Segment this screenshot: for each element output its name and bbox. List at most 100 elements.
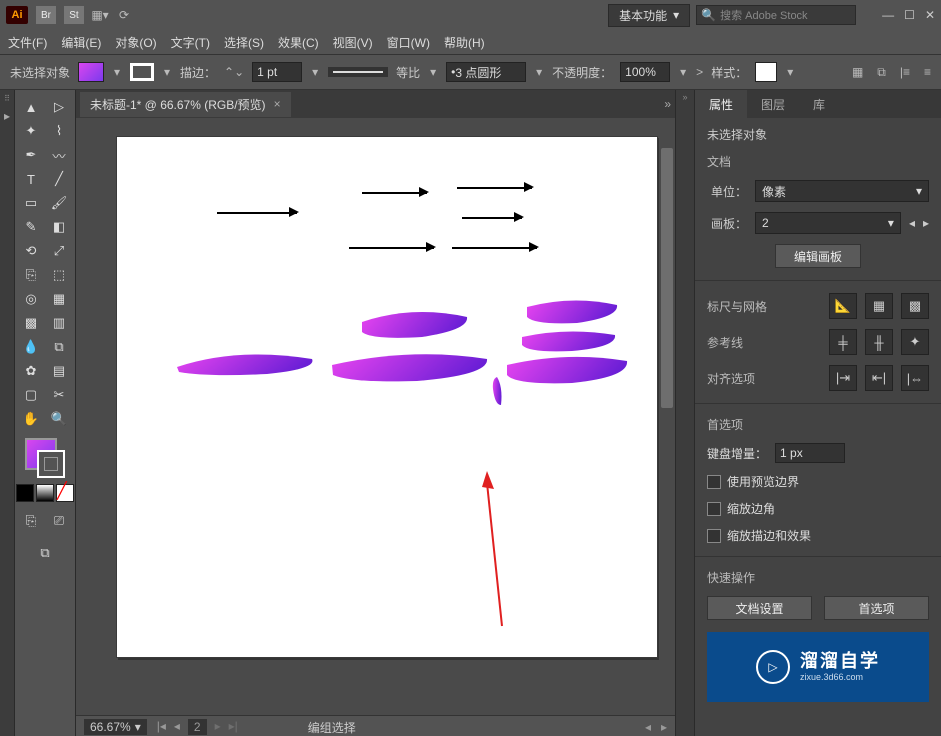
gpu-icon[interactable]: ⟳ bbox=[116, 7, 132, 23]
pen-tool[interactable]: ✒ bbox=[18, 144, 44, 166]
drawing-mode-behind[interactable]: ⎚ bbox=[46, 510, 72, 532]
opacity-input[interactable]: 100% bbox=[620, 62, 670, 82]
drawing-mode[interactable]: ⎘ bbox=[18, 510, 44, 532]
perspective-tool[interactable]: ▦ bbox=[46, 288, 72, 310]
bridge-icon[interactable]: Br bbox=[36, 6, 56, 24]
first-artboard-button[interactable]: |◂ bbox=[157, 719, 166, 735]
menu-object[interactable]: 对象(O) bbox=[115, 34, 156, 51]
doc-tab[interactable]: 未标题-1* @ 66.67% (RGB/预览) × bbox=[80, 92, 291, 117]
menu-select[interactable]: 选择(S) bbox=[224, 34, 264, 51]
vertical-scrollbar[interactable] bbox=[659, 118, 675, 693]
slice-tool[interactable]: ✂ bbox=[46, 384, 72, 406]
grid-toggle[interactable]: ▦ bbox=[865, 293, 893, 319]
artboard-number[interactable]: 2 bbox=[188, 719, 207, 735]
prev-artboard-button[interactable]: ◂ bbox=[174, 719, 180, 735]
canvas[interactable] bbox=[76, 118, 675, 715]
scrollbar-thumb[interactable] bbox=[661, 148, 673, 408]
more-options[interactable]: > bbox=[696, 65, 703, 79]
workspace-switcher[interactable]: 基本功能 ▾ bbox=[608, 4, 690, 27]
gradient-tool[interactable]: ▥ bbox=[46, 312, 72, 334]
color-mode-none[interactable]: ╱ bbox=[56, 484, 74, 502]
variable-width-profile[interactable] bbox=[328, 67, 388, 77]
hscroll-right-icon[interactable]: ▸ bbox=[661, 720, 667, 734]
smart-guides[interactable]: ✦ bbox=[901, 329, 929, 355]
stroke-box-icon[interactable] bbox=[37, 450, 65, 478]
edit-artboard-button[interactable]: 编辑画板 bbox=[775, 244, 861, 268]
document-setup-button[interactable]: 文档设置 bbox=[707, 596, 812, 620]
style-dropdown[interactable]: ▾ bbox=[785, 65, 795, 79]
keyboard-increment-input[interactable]: 1 px bbox=[775, 443, 845, 463]
menu-edit[interactable]: 编辑(E) bbox=[61, 34, 101, 51]
right-dock-strip[interactable]: » bbox=[675, 90, 694, 736]
color-mode-gradient[interactable] bbox=[36, 484, 54, 502]
opacity-dropdown[interactable]: ▾ bbox=[678, 65, 688, 79]
next-artboard-icon[interactable]: ▸ bbox=[923, 216, 929, 230]
magic-wand-tool[interactable]: ✦ bbox=[18, 120, 44, 142]
arrange-docs-icon[interactable]: ▦▾ bbox=[92, 7, 108, 23]
menu-help[interactable]: 帮助(H) bbox=[444, 34, 485, 51]
free-transform-tool[interactable]: ⬚ bbox=[46, 264, 72, 286]
line-tool[interactable]: ╱ bbox=[46, 168, 72, 190]
menu-window[interactable]: 窗口(W) bbox=[387, 34, 430, 51]
minimize-button[interactable]: ― bbox=[882, 8, 894, 22]
align-to-artboard[interactable]: |⇔ bbox=[901, 365, 929, 391]
hscroll-left-icon[interactable]: ◂ bbox=[645, 720, 651, 734]
hand-tool[interactable]: ✋ bbox=[18, 408, 44, 430]
scale-strokes-checkbox[interactable]: 缩放描边和效果 bbox=[707, 527, 929, 544]
fill-stroke-control[interactable] bbox=[25, 438, 65, 478]
stroke-dropdown[interactable]: ▾ bbox=[162, 65, 172, 79]
preferences-button[interactable]: 首选项 bbox=[824, 596, 929, 620]
screen-mode[interactable]: ⧉ bbox=[32, 542, 58, 564]
panel-menu-icon[interactable]: ≡ bbox=[924, 65, 931, 80]
brush-definition[interactable]: • 3 点圆形 bbox=[446, 62, 526, 82]
stroke-swatch[interactable] bbox=[130, 63, 154, 81]
artboard-select[interactable]: 2▾ bbox=[755, 212, 901, 234]
prev-artboard-icon[interactable]: ◂ bbox=[909, 216, 915, 230]
align-to-key[interactable]: ⇤| bbox=[865, 365, 893, 391]
next-artboard-button[interactable]: ▸ bbox=[215, 719, 221, 735]
maximize-button[interactable]: ☐ bbox=[904, 8, 915, 22]
color-mode-solid[interactable] bbox=[16, 484, 34, 502]
shape-builder-tool[interactable]: ◎ bbox=[18, 288, 44, 310]
align-to-selection[interactable]: |⇥ bbox=[829, 365, 857, 391]
tab-libraries[interactable]: 库 bbox=[799, 90, 839, 118]
graphic-style-swatch[interactable] bbox=[755, 62, 777, 82]
last-artboard-button[interactable]: ▸| bbox=[229, 719, 238, 735]
tab-overflow-icon[interactable]: » bbox=[664, 97, 671, 111]
tab-properties[interactable]: 属性 bbox=[695, 90, 747, 118]
transparency-grid-toggle[interactable]: ▩ bbox=[901, 293, 929, 319]
menu-effect[interactable]: 效果(C) bbox=[278, 34, 319, 51]
rectangle-tool[interactable]: ▭ bbox=[18, 192, 44, 214]
search-stock-input[interactable]: 🔍 搜索 Adobe Stock bbox=[696, 5, 856, 25]
rotate-tool[interactable]: ⟲ bbox=[18, 240, 44, 262]
zoom-level[interactable]: 66.67%▾ bbox=[84, 719, 147, 735]
type-tool[interactable]: T bbox=[18, 168, 44, 190]
doc-setup-icon[interactable]: ▦ bbox=[852, 65, 863, 80]
blend-tool[interactable]: ⧉ bbox=[46, 336, 72, 358]
collapse-toggle-icon[interactable]: ▸ bbox=[4, 109, 10, 123]
symbol-sprayer-tool[interactable]: ✿ bbox=[18, 360, 44, 382]
lasso-tool[interactable]: ⌇ bbox=[46, 120, 72, 142]
graph-tool[interactable]: ▤ bbox=[46, 360, 72, 382]
shaper-tool[interactable]: ✎ bbox=[18, 216, 44, 238]
curvature-tool[interactable]: 〰 bbox=[46, 144, 72, 166]
scale-corners-checkbox[interactable]: 缩放边角 bbox=[707, 500, 929, 517]
paintbrush-tool[interactable]: 🖌 bbox=[46, 192, 72, 214]
eraser-tool[interactable]: ◧ bbox=[46, 216, 72, 238]
stroke-weight-dropdown[interactable]: ▾ bbox=[310, 65, 320, 79]
scale-tool[interactable]: ⤢ bbox=[46, 240, 72, 262]
tab-layers[interactable]: 图层 bbox=[747, 90, 799, 118]
stroke-weight-input[interactable]: 1 pt bbox=[252, 62, 302, 82]
menu-file[interactable]: 文件(F) bbox=[8, 34, 47, 51]
prefs-icon[interactable]: ⧉ bbox=[877, 65, 886, 80]
left-dock-strip[interactable]: ⠿ ▸ bbox=[0, 90, 15, 736]
brush-dropdown[interactable]: ▾ bbox=[534, 65, 544, 79]
zoom-tool[interactable]: 🔍 bbox=[46, 408, 72, 430]
width-tool[interactable]: ⎘ bbox=[18, 264, 44, 286]
stroke-stepper[interactable]: ⌃⌄ bbox=[224, 65, 244, 79]
menu-type[interactable]: 文字(T) bbox=[171, 34, 210, 51]
mesh-tool[interactable]: ▩ bbox=[18, 312, 44, 334]
ruler-toggle[interactable]: 📐 bbox=[829, 293, 857, 319]
preview-bounds-checkbox[interactable]: 使用预览边界 bbox=[707, 473, 929, 490]
selection-tool[interactable]: ▲ bbox=[18, 96, 44, 118]
